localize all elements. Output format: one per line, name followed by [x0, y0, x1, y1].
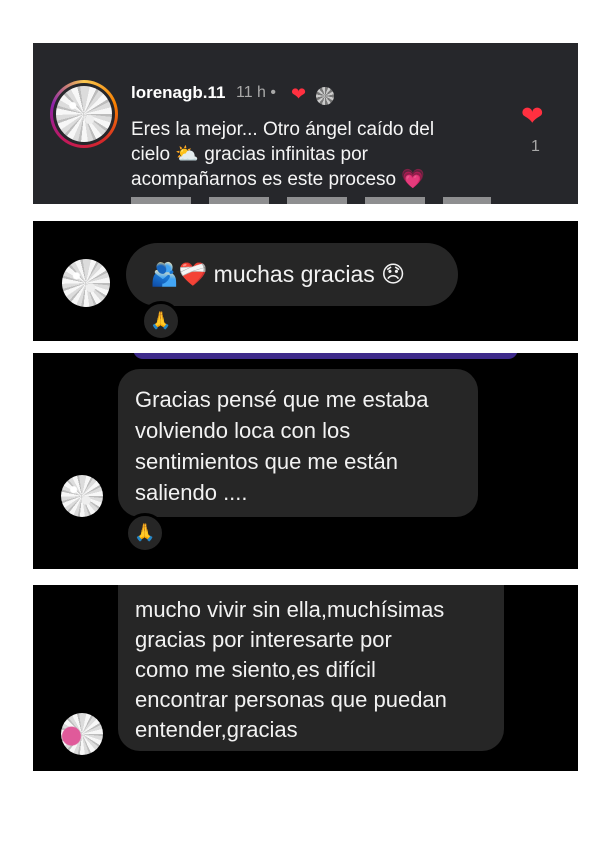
message-bubble[interactable]: mucho vivir sin ella,muchísimas gracias …: [118, 585, 504, 751]
message-bubble[interactable]: 🫂❤️‍🩹 muchas gracias 😞: [126, 243, 458, 306]
cutoff-text: [131, 197, 491, 204]
avatar[interactable]: [62, 259, 110, 307]
comment-panel: lorenagb.11 11 h • ❤ Eres la mejor... Ot…: [33, 43, 578, 204]
reaction-badge[interactable]: 🙏: [125, 513, 165, 553]
previous-message-bubble[interactable]: [133, 353, 518, 359]
message-text: 🫂❤️‍🩹 muchas gracias 😞: [150, 261, 406, 287]
message-text: mucho vivir sin ella,muchísimas gracias …: [135, 597, 447, 742]
author-avatar-small: [316, 87, 334, 105]
message-panel-2: Gracias pensé que me estaba volviendo lo…: [33, 353, 578, 569]
message-text: Gracias pensé que me estaba volviendo lo…: [135, 387, 429, 505]
reaction-badge[interactable]: 🙏: [141, 301, 181, 341]
author-liked-heart-icon: ❤: [291, 84, 307, 104]
message-panel-1: 🫂❤️‍🩹 muchas gracias 😞 🙏: [33, 221, 578, 341]
pray-icon: 🙏: [150, 311, 172, 330]
message-panel-3: mucho vivir sin ella,muchísimas gracias …: [33, 585, 578, 771]
avatar[interactable]: [56, 86, 112, 142]
comment-text: Eres la mejor... Otro ángel caído del ci…: [131, 119, 435, 190]
username[interactable]: lorenagb.11: [131, 83, 225, 103]
avatar[interactable]: [61, 713, 103, 755]
heart-icon[interactable]: ❤: [521, 103, 544, 130]
pray-icon: 🙏: [134, 523, 156, 542]
avatar[interactable]: [61, 475, 103, 517]
like-count: 1: [531, 138, 540, 155]
message-bubble[interactable]: Gracias pensé que me estaba volviendo lo…: [118, 369, 478, 517]
comment-time: 11 h •: [236, 84, 276, 101]
